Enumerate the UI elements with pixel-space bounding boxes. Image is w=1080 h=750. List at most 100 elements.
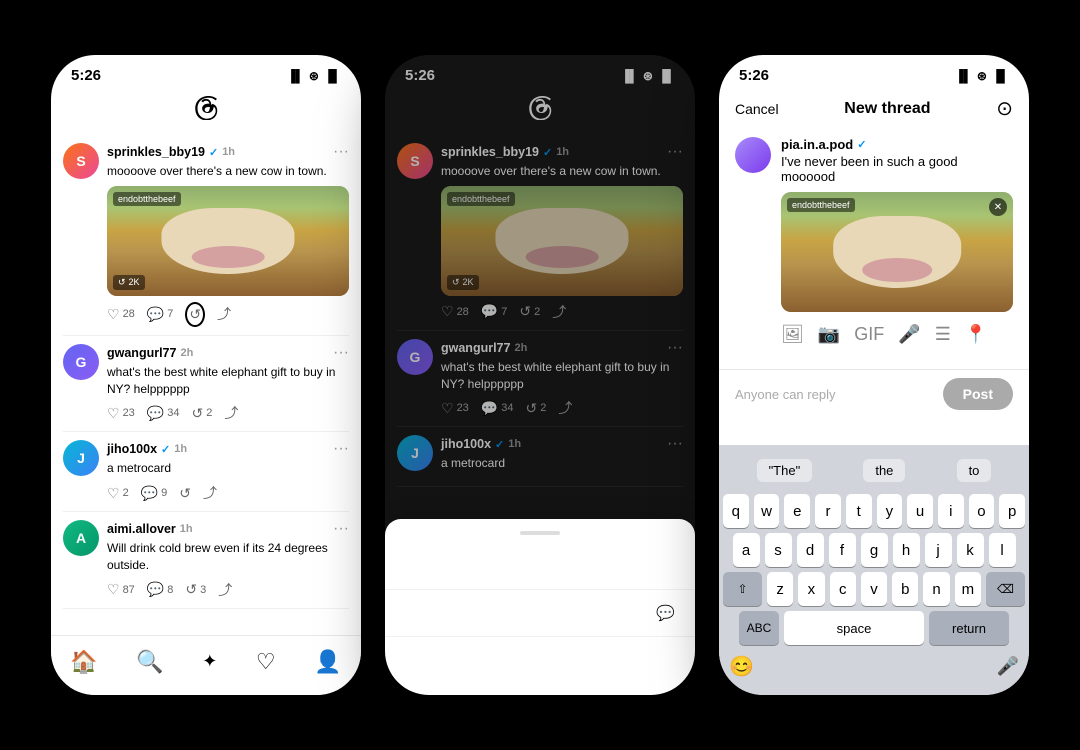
gif-toolbar-icon[interactable]: GIF — [854, 324, 884, 345]
post-actions-2: ♡ 23 💬 34 ↺ 2 ⤴ — [107, 403, 349, 423]
share-btn-1[interactable]: ⤴ — [217, 304, 231, 324]
compose-text[interactable]: I've never been in such a good moooood — [781, 154, 1013, 184]
key-row-4: ABC space return — [723, 611, 1025, 645]
repost-btn-1[interactable]: ↺ — [185, 302, 205, 327]
key-w[interactable]: w — [754, 494, 780, 528]
key-z[interactable]: z — [767, 572, 793, 606]
cancel-button[interactable]: Cancel — [735, 101, 779, 117]
key-i[interactable]: i — [938, 494, 964, 528]
key-g[interactable]: g — [861, 533, 888, 567]
keyboard: "The" the to q w e r t y u i o p a s d f… — [719, 445, 1029, 695]
location-toolbar-icon[interactable]: 📍 — [965, 324, 987, 345]
verified-badge-3: ✓ — [161, 443, 170, 456]
key-v[interactable]: v — [861, 572, 887, 606]
feed-light: S sprinkles_bby19 ✓ 1h ··· moooove over … — [51, 135, 361, 609]
key-n[interactable]: n — [923, 572, 949, 606]
comment-btn-4[interactable]: 💬 8 — [147, 581, 174, 598]
camera-toolbar-icon[interactable]: 📷 — [818, 324, 840, 345]
key-j[interactable]: j — [925, 533, 952, 567]
comment-icon-1: 💬 — [147, 306, 164, 323]
share-icon-2: ⤴ — [224, 403, 238, 423]
popup-handle — [520, 531, 560, 535]
more-options-button[interactable]: ⊙ — [996, 96, 1013, 121]
popup-menu: Repost ↺ Quote 💬 Use media 🖼 — [385, 519, 695, 695]
use-media-menu-item[interactable]: Use media 🖼 — [385, 637, 695, 683]
repost-menu-item[interactable]: Repost ↺ — [385, 543, 695, 590]
key-l[interactable]: l — [989, 533, 1016, 567]
like-btn-1[interactable]: ♡ 28 — [107, 306, 135, 323]
key-p[interactable]: p — [999, 494, 1025, 528]
delete-key[interactable]: ⌫ — [986, 572, 1025, 606]
key-h[interactable]: h — [893, 533, 920, 567]
use-media-icon: 🖼 — [656, 651, 675, 669]
image-toolbar-icon[interactable]: 🖼 — [781, 324, 804, 345]
share-icon-4: ⤴ — [218, 580, 232, 600]
comment-btn-2[interactable]: 💬 34 — [147, 405, 180, 422]
heart-icon-4: ♡ — [107, 581, 120, 598]
like-btn-2[interactable]: ♡ 23 — [107, 405, 135, 422]
return-key[interactable]: return — [929, 611, 1009, 645]
post-button[interactable]: Post — [943, 378, 1013, 410]
key-m[interactable]: m — [955, 572, 981, 606]
shift-key[interactable]: ⇧ — [723, 572, 762, 606]
nav-likes[interactable]: ♡ — [256, 649, 276, 675]
key-a[interactable]: a — [733, 533, 760, 567]
avatar-jiho: J — [63, 440, 99, 476]
repost-icon-4: ↺ — [185, 581, 197, 598]
key-u[interactable]: u — [907, 494, 933, 528]
dictation-button[interactable]: 🎤 — [997, 656, 1019, 677]
nav-search[interactable]: 🔍 — [136, 649, 163, 675]
mic-toolbar-icon[interactable]: 🎤 — [898, 324, 920, 345]
suggestion-to[interactable]: to — [957, 459, 992, 482]
share-btn-2[interactable]: ⤴ — [224, 403, 238, 423]
key-x[interactable]: x — [798, 572, 824, 606]
more-button-3[interactable]: ··· — [333, 440, 349, 458]
heart-icon-3: ♡ — [107, 485, 120, 502]
post-text-2: what's the best white elephant gift to b… — [107, 364, 349, 398]
key-k[interactable]: k — [957, 533, 984, 567]
key-t[interactable]: t — [846, 494, 872, 528]
share-btn-3[interactable]: ⤴ — [203, 483, 217, 503]
suggestion-the-quoted[interactable]: "The" — [757, 459, 813, 482]
repost-btn-4[interactable]: ↺ 3 — [185, 581, 206, 598]
repost-btn-3[interactable]: ↺ — [179, 485, 191, 502]
share-btn-4[interactable]: ⤴ — [218, 580, 232, 600]
wifi-icon-compose: ⊛ — [977, 69, 987, 83]
compose-user-row: pia.in.a.pod ✓ I've never been in such a… — [735, 137, 1013, 353]
more-button-4[interactable]: ··· — [333, 520, 349, 538]
image-label-1: endobtthebeef — [113, 192, 181, 206]
comment-btn-1[interactable]: 💬 7 — [147, 306, 174, 323]
key-o[interactable]: o — [969, 494, 995, 528]
emoji-button[interactable]: 😊 — [729, 654, 754, 679]
key-r[interactable]: r — [815, 494, 841, 528]
post-4: A aimi.allover 1h ··· Will drink cold br… — [63, 512, 349, 609]
status-icons-light: ▐▌ ⊛ ▐▌ — [287, 69, 341, 83]
key-d[interactable]: d — [797, 533, 824, 567]
more-button-1[interactable]: ··· — [333, 143, 349, 161]
like-btn-4[interactable]: ♡ 87 — [107, 581, 135, 598]
key-s[interactable]: s — [765, 533, 792, 567]
nav-compose[interactable]: ✦ — [202, 651, 217, 672]
nav-home[interactable]: 🏠 — [70, 649, 97, 675]
like-btn-3[interactable]: ♡ 2 — [107, 485, 129, 502]
space-key[interactable]: space — [784, 611, 924, 645]
heart-icon-2: ♡ — [107, 405, 120, 422]
remove-image-button[interactable]: ✕ — [989, 198, 1007, 216]
key-q[interactable]: q — [723, 494, 749, 528]
quote-menu-item[interactable]: Quote 💬 — [385, 590, 695, 637]
key-y[interactable]: y — [877, 494, 903, 528]
compose-header: Cancel New thread ⊙ — [719, 88, 1029, 129]
key-e[interactable]: e — [784, 494, 810, 528]
list-toolbar-icon[interactable]: ☰ — [935, 324, 951, 345]
more-button-2[interactable]: ··· — [333, 344, 349, 362]
abc-key[interactable]: ABC — [739, 611, 779, 645]
key-f[interactable]: f — [829, 533, 856, 567]
repost-btn-2[interactable]: ↺ 2 — [192, 405, 213, 422]
key-b[interactable]: b — [892, 572, 918, 606]
suggestion-the[interactable]: the — [863, 459, 905, 482]
avatar-aimi: A — [63, 520, 99, 556]
nav-profile[interactable]: 👤 — [314, 649, 341, 675]
key-c[interactable]: c — [830, 572, 856, 606]
comment-btn-3[interactable]: 💬 9 — [141, 485, 168, 502]
post-3: J jiho100x ✓ 1h ··· a metrocard ♡ 2 — [63, 432, 349, 512]
